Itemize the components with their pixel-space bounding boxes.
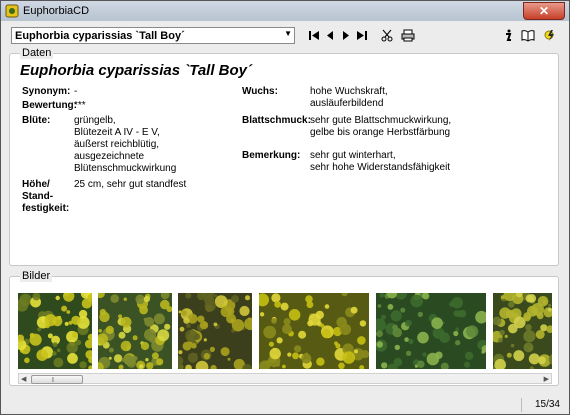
toolbar: Euphorbia cyparissias `Tall Boy´ ▼	[3, 22, 567, 48]
status-bar: 15/34	[2, 396, 568, 414]
synonym-value: -	[74, 86, 78, 97]
next-record-icon[interactable]	[339, 29, 353, 42]
bewertung-label: Bewertung:	[22, 100, 77, 111]
selected-plant-text: Euphorbia cyparissias `Tall Boy´	[15, 30, 185, 42]
first-record-icon[interactable]	[307, 29, 321, 42]
photo-flowering-shoots[interactable]	[178, 293, 252, 369]
app-window: EuphorbiaCD ✕ Euphorbia cyparissias `Tal…	[0, 0, 570, 415]
scroll-right-icon[interactable]: ▶	[544, 375, 549, 383]
last-record-icon[interactable]	[355, 29, 369, 42]
hoehe-value: 25 cm, sehr gut standfest	[74, 179, 187, 190]
close-button[interactable]: ✕	[523, 2, 565, 20]
bilder-panel: Bilder ◀ ||| ▶	[9, 270, 559, 386]
sun-lightning-icon[interactable]	[543, 29, 557, 42]
previous-record-icon[interactable]	[323, 29, 337, 42]
photo-yellow-bracts-closeup[interactable]	[18, 293, 92, 369]
thumbnail-strip	[18, 293, 552, 370]
plant-select-dropdown[interactable]: Euphorbia cyparissias `Tall Boy´ ▼	[11, 27, 295, 44]
photo-yellow-bracts-cluster[interactable]	[98, 293, 172, 369]
photo-partial-closeup[interactable]	[493, 293, 552, 369]
bewertung-value: ***	[74, 100, 86, 111]
blattschmuck-value: sehr gute Blattschmuckwirkung, gelbe bis…	[310, 115, 452, 138]
horizontal-scrollbar[interactable]: ◀ ||| ▶	[18, 373, 552, 384]
daten-legend: Daten	[20, 47, 54, 59]
record-counter: 15/34	[534, 399, 560, 410]
app-icon	[5, 4, 19, 18]
scissors-icon[interactable]	[381, 29, 395, 42]
blattschmuck-label: Blattschmuck:	[242, 115, 311, 126]
info-icon[interactable]	[501, 29, 515, 42]
photo-yellow-carpet[interactable]	[259, 293, 369, 369]
title-bar: EuphorbiaCD ✕	[1, 1, 569, 21]
wuchs-label: Wuchs:	[242, 86, 278, 97]
synonym-label: Synonym:	[22, 86, 71, 97]
bemerkung-value: sehr gut winterhart, sehr hohe Widerstan…	[310, 150, 451, 173]
hoehe-label: Höhe/ Stand- festigkeit:	[22, 179, 70, 214]
bluete-value: grüngelb, Blütezeit A IV - E V, äußerst …	[74, 115, 177, 174]
bluete-label: Blüte:	[22, 115, 51, 126]
book-icon[interactable]	[521, 29, 535, 42]
plant-name-heading: Euphorbia cyparissias `Tall Boy´	[20, 62, 253, 79]
bilder-legend: Bilder	[20, 270, 53, 282]
chevron-down-icon: ▼	[284, 29, 292, 38]
window-title: EuphorbiaCD	[23, 5, 90, 17]
status-divider	[521, 398, 522, 412]
photo-green-foliage[interactable]	[376, 293, 486, 369]
grip-icon: |||	[52, 377, 54, 383]
printer-icon[interactable]	[401, 29, 415, 42]
scroll-left-icon[interactable]: ◀	[21, 375, 26, 383]
wuchs-value: hohe Wuchskraft, ausläuferbildend	[310, 86, 388, 109]
scrollbar-thumb[interactable]: |||	[31, 375, 83, 384]
daten-panel: Daten Euphorbia cyparissias `Tall Boy´ S…	[9, 47, 559, 266]
bemerkung-label: Bemerkung:	[242, 150, 301, 161]
